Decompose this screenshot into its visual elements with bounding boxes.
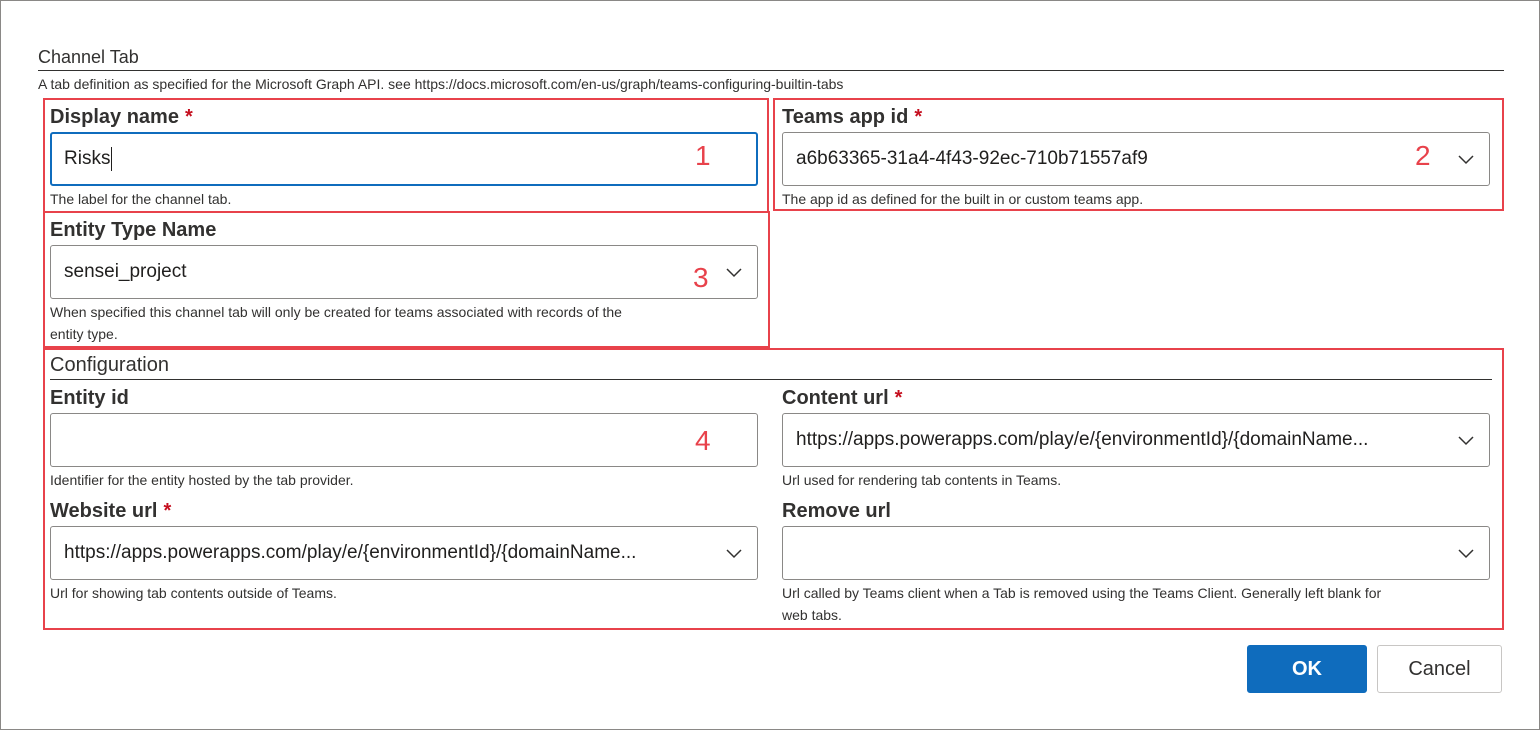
annotation-number-1: 1	[695, 140, 711, 171]
channel-tab-dialog: Channel Tab A tab definition as specifie…	[0, 0, 1540, 730]
dialog-title: Channel Tab	[38, 47, 139, 67]
annotation-number-2: 2	[1415, 140, 1431, 171]
annotation-box-4	[43, 348, 1504, 630]
cancel-button[interactable]: Cancel	[1377, 645, 1502, 693]
annotation-number-4: 4	[695, 425, 711, 456]
annotation-box-2	[773, 98, 1504, 211]
dialog-description: A tab definition as specified for the Mi…	[38, 76, 844, 92]
annotation-number-3: 3	[693, 262, 709, 293]
annotation-box-3	[43, 211, 770, 348]
ok-button[interactable]: OK	[1247, 645, 1367, 693]
header-divider	[38, 70, 1504, 71]
annotation-box-1	[43, 98, 769, 213]
